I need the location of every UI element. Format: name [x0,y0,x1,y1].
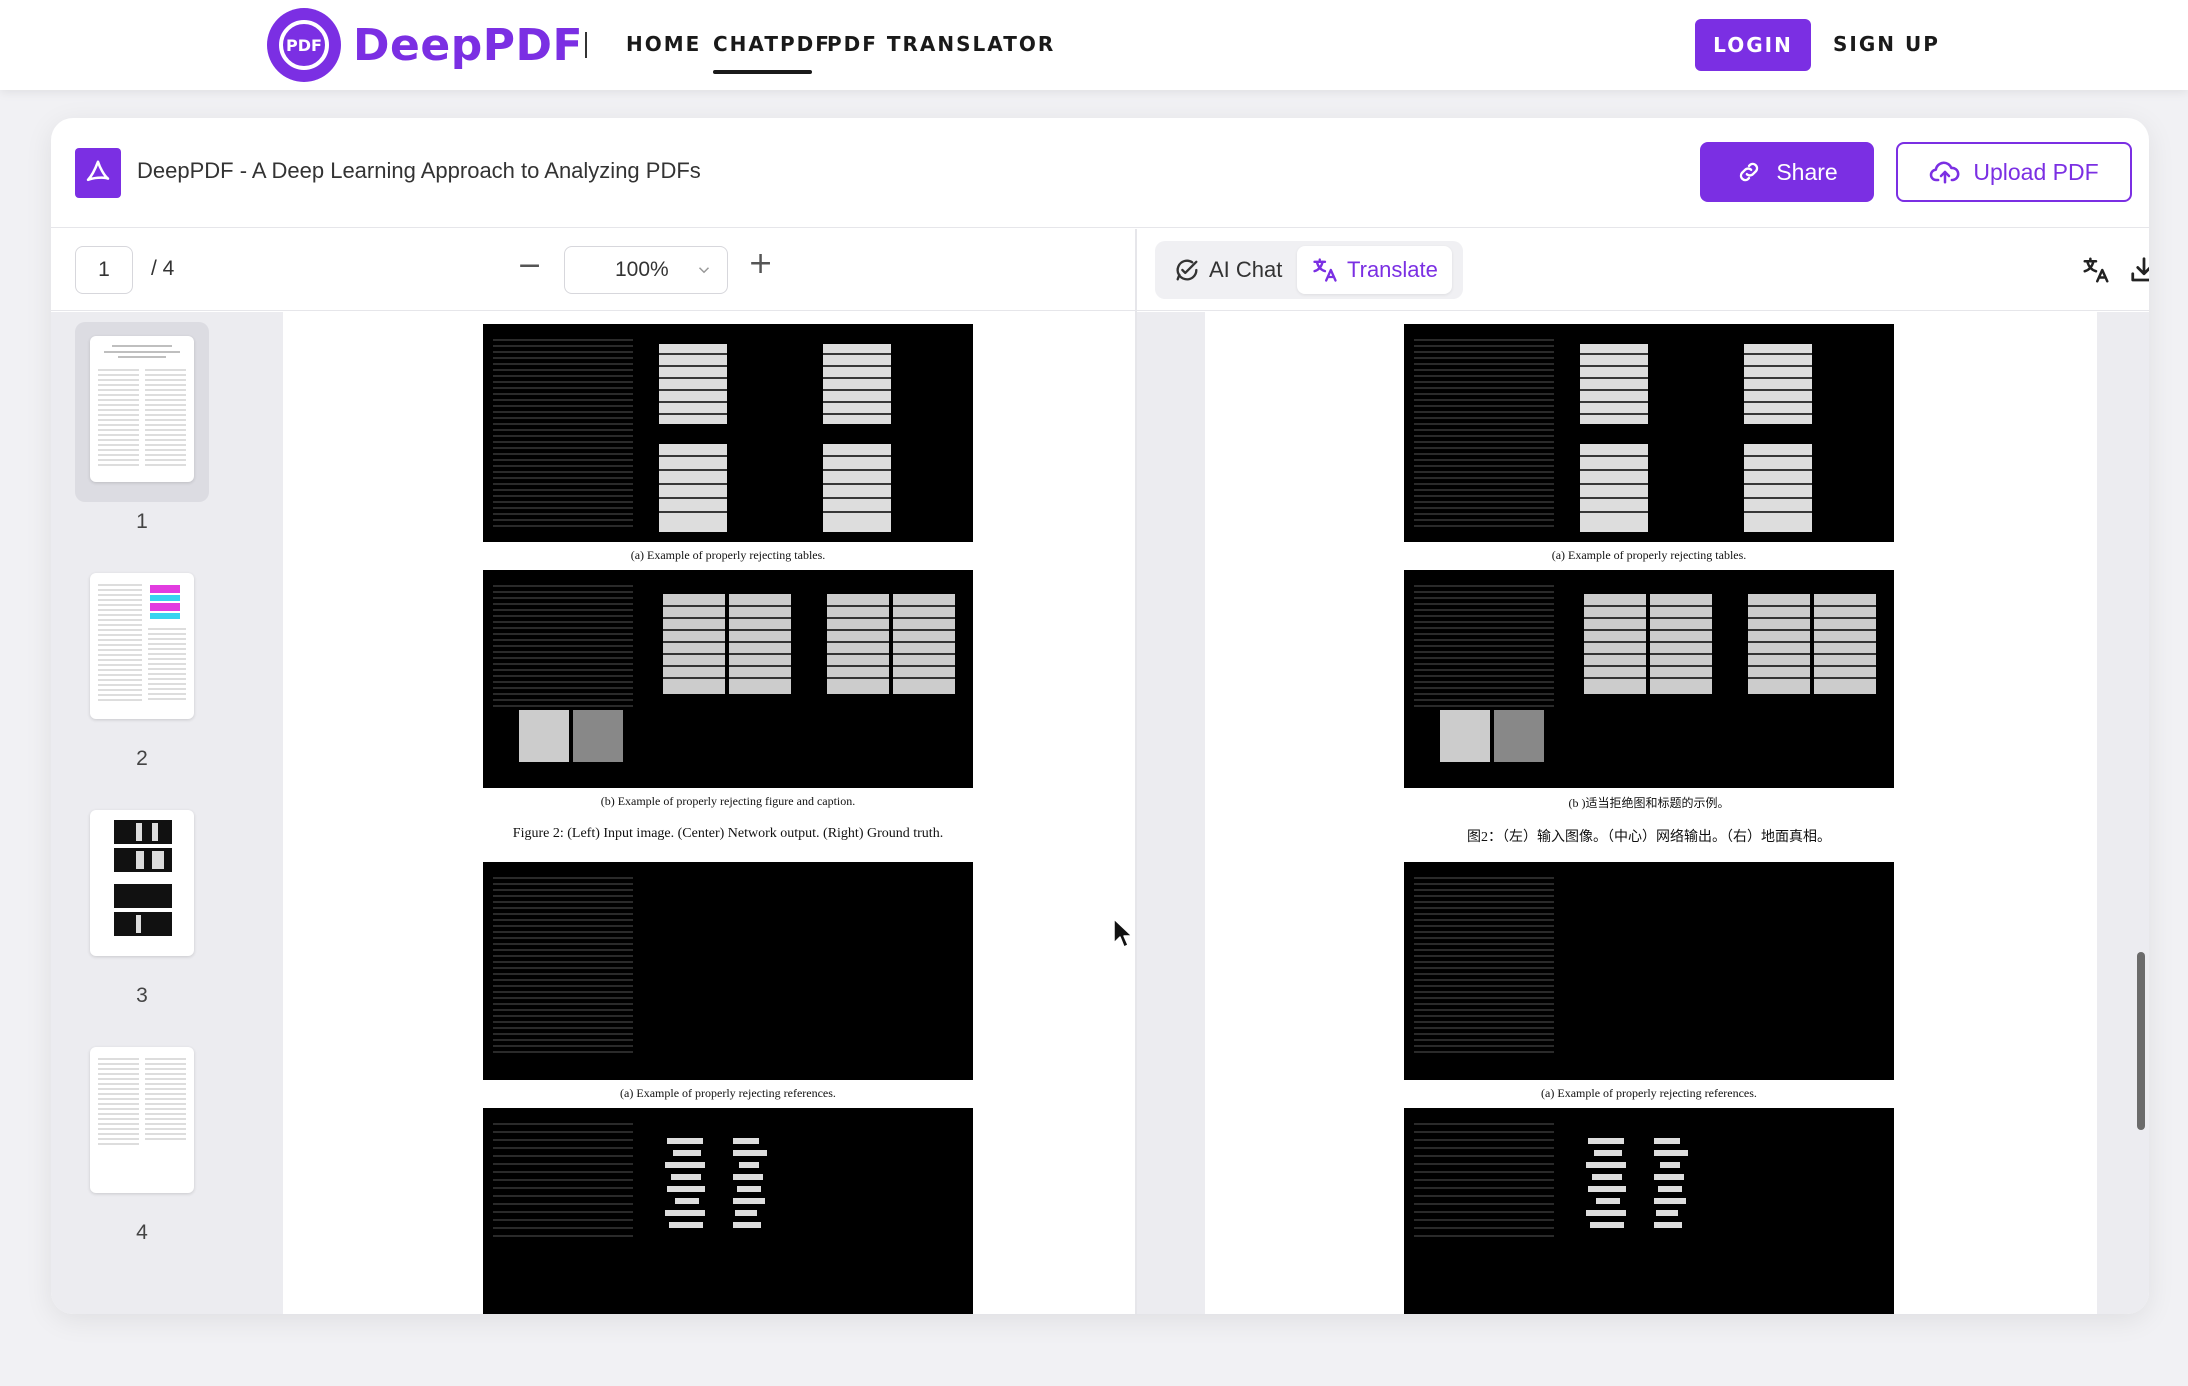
caption-b-translated: (b )适当拒绝图和标题的示例。 [1568,796,1730,810]
download-icon[interactable] [2129,255,2149,285]
active-nav-indicator [713,70,812,74]
figure-2-caption-translated: 图2：（左）输入图像。（中心）网络输出。（右）地面真相。 [1467,830,1831,845]
chevron-down-icon [698,267,710,274]
pdf-page: (a) Example of properly rejecting tables… [1205,312,2097,1314]
document-header: DeepPDF - A Deep Learning Approach to An… [51,118,2149,228]
share-label: Share [1776,158,1838,185]
pdf-viewer-translated[interactable]: (a) Example of properly rejecting tables… [1137,312,2149,1314]
chatpdf-workspace: DeepPDF - A Deep Learning Approach to An… [51,118,2149,1314]
figure-references [483,862,973,1080]
thumbnail-label: 1 [136,510,148,533]
tab-translate-label: Translate [1347,257,1438,282]
upload-pdf-button[interactable]: Upload PDF [1896,142,2132,202]
pdf-logo-icon: PDF [267,8,341,82]
translate-icon [1313,258,1337,282]
cloud-upload-icon [1930,161,1960,184]
pdf-page: (a) Example of properly rejecting tables… [283,312,1135,1314]
figure-2-caption: Figure 2: (Left) Input image. (Center) N… [512,826,944,841]
thumbnail-image [90,1047,194,1193]
pdf-viewer-toolbar: 1 / 4 − 100% + [51,229,1135,311]
link-icon [1740,162,1759,182]
thumbnail-page-2[interactable]: 2 [75,559,209,770]
zoom-select[interactable]: 100% [564,246,728,294]
logo-text: DeepPDF [353,19,584,71]
pdf-viewer-original[interactable]: (a) Example of properly rejecting tables… [233,312,1135,1314]
nav-divider [585,32,587,58]
page-thumbnails: 1 2 3 4 [51,312,233,1314]
tab-translate[interactable]: Translate [1297,246,1452,294]
figure-tables [1404,324,1894,542]
tab-ai-chat-label: AI Chat [1209,257,1283,282]
thumbnail-image [90,810,194,956]
thumbnail-label: 2 [136,747,148,770]
upload-label: Upload PDF [1973,158,2099,185]
share-button[interactable]: Share [1700,142,1874,202]
thumbnail-page-4[interactable]: 4 [75,1033,209,1244]
document-title: DeepPDF - A Deep Learning Approach to An… [137,158,701,183]
zoom-out-button[interactable]: − [517,251,542,281]
caption-a: (a) Example of properly rejecting tables… [630,548,826,562]
thumbnail-page-3[interactable]: 3 [75,796,209,1007]
figure-references-output [1404,1108,1894,1314]
thumbnail-label: 3 [136,984,148,1007]
login-button[interactable]: LOGIN [1695,19,1811,71]
top-navbar: PDF DeepPDF HOME CHATPDF PDF TRANSLATOR … [0,0,2188,90]
signup-link[interactable]: SIGN UP [1833,32,1940,56]
caption-b: (b) Example of properly rejecting figure… [600,794,856,808]
nav-link-pdf-translator[interactable]: PDF TRANSLATOR [827,32,1055,56]
thumbnail-page-1[interactable]: 1 [75,322,209,533]
nav-link-home[interactable]: HOME [626,32,701,56]
caption-a: (a) Example of properly rejecting tables… [1551,548,1747,562]
chat-bubble-icon [1176,259,1198,281]
figure-figure-caption [1404,570,1894,788]
tab-ai-chat[interactable]: AI Chat [1159,246,1296,294]
zoom-in-button[interactable]: + [748,249,773,279]
nav-link-chatpdf[interactable]: CHATPDF [713,32,831,56]
figure-tables [483,324,973,542]
translate-icon[interactable] [2081,255,2111,285]
pdf-file-icon [75,148,121,198]
figure-references [1404,862,1894,1080]
scrollbar-thumb[interactable] [2137,952,2145,1130]
figure-figure-caption [483,570,973,788]
page-total: / 4 [151,257,175,280]
mouse-cursor-icon [1113,918,1133,948]
thumbnail-label: 4 [136,1221,148,1244]
logo[interactable]: PDF DeepPDF [267,8,583,82]
thumbnail-image [90,573,194,719]
page-number-input[interactable]: 1 [75,246,133,294]
thumbnail-image [90,336,194,482]
figure-references-output [483,1108,973,1314]
assistant-toolbar: AI Chat Translate [1137,229,2149,311]
zoom-value: 100% [615,258,669,281]
caption-c: (a) Example of properly rejecting refere… [620,1086,836,1100]
mode-switch: AI Chat Translate [1155,241,1463,299]
caption-c: (a) Example of properly rejecting refere… [1541,1086,1757,1100]
